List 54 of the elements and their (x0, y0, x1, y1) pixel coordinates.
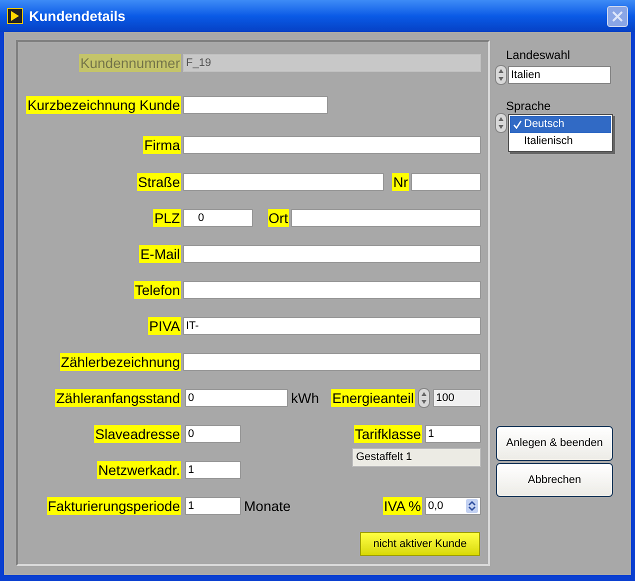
input-field[interactable] (183, 96, 328, 114)
field-label: PLZ (153, 209, 181, 227)
input-field[interactable]: 0 (185, 425, 241, 443)
tariff-display: Gestaffelt 1 (352, 448, 481, 467)
field-label: E-Mail (139, 245, 181, 263)
input-field[interactable]: 0 (183, 209, 253, 227)
check-icon (512, 120, 522, 129)
input-field[interactable] (183, 136, 481, 154)
field-label: Energieanteil (331, 389, 415, 407)
field-label: Telefon (134, 281, 181, 299)
input-field[interactable]: 1 (185, 461, 241, 479)
unit-label: Monate (244, 496, 291, 516)
input-field[interactable]: 1 (425, 425, 481, 443)
field-label: Sprache (506, 98, 552, 114)
field-label: Slaveadresse (94, 425, 181, 443)
input-field[interactable] (183, 173, 384, 191)
close-button[interactable] (607, 6, 628, 26)
country-field[interactable]: Italien (508, 66, 611, 84)
cancel-button[interactable]: Abbrechen (496, 463, 613, 497)
unit-label: kWh (291, 388, 319, 408)
field-label: Ort (268, 209, 289, 227)
input-field[interactable] (183, 353, 481, 371)
field-label: PIVA (148, 317, 181, 335)
spinner-icon[interactable] (418, 388, 430, 408)
input-field: F_19 (183, 54, 481, 72)
field-label: Zähleranfangsstand (55, 389, 181, 407)
spinner-icon[interactable] (495, 65, 507, 85)
input-field[interactable] (183, 281, 481, 299)
field-label: Fakturierungsperiode (46, 497, 181, 515)
input-field[interactable]: 1 (185, 497, 241, 515)
input-field[interactable] (411, 173, 481, 191)
number-field[interactable]: 0,0 (425, 497, 481, 515)
field-label: Nr (392, 173, 409, 191)
spinner-icon[interactable] (495, 113, 507, 133)
window-title: Kundendetails (29, 6, 126, 26)
input-field[interactable] (291, 209, 481, 227)
field-label: IVA % (382, 497, 422, 515)
field-label: Netzwerkadr. (97, 461, 181, 479)
create-and-exit-button[interactable]: Anlegen & beenden (496, 426, 613, 461)
input-field[interactable]: IT- (183, 317, 481, 335)
input-field[interactable]: 100 (433, 389, 481, 407)
app-icon (7, 8, 23, 24)
field-label: Straße (136, 173, 181, 191)
field-label: Kurzbezeichnung Kunde (26, 96, 181, 114)
field-label: Zählerbezeichnung (60, 353, 181, 371)
input-field[interactable]: 0 (185, 389, 288, 407)
up-down-arrows-icon[interactable] (466, 499, 478, 513)
field-label: Tarifklasse (354, 425, 422, 443)
field-label: Kundennummer (79, 54, 181, 72)
dropdown-option[interactable]: Deutsch (510, 116, 611, 133)
input-field[interactable] (183, 245, 481, 263)
close-icon (611, 10, 624, 22)
field-label: Landeswahl (506, 47, 572, 63)
field-label: Firma (143, 136, 181, 154)
